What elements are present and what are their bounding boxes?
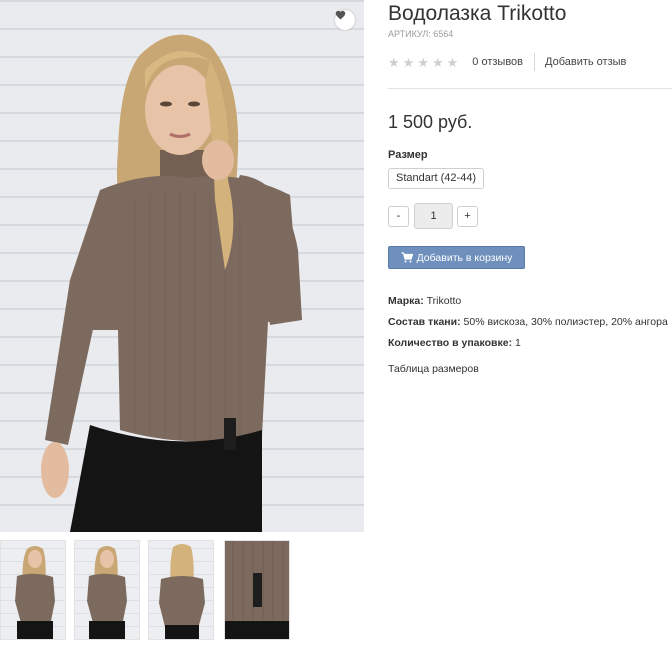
thumbnail-illustration: [159, 544, 205, 639]
star-icon[interactable]: ★: [432, 56, 444, 69]
product-sku: АРТИКУЛ: 6564: [388, 29, 454, 39]
thumbnail-illustration: [87, 546, 127, 639]
size-option-button[interactable]: Standart (42-44): [388, 168, 485, 189]
thumbnail-illustration: [15, 546, 55, 639]
star-icon[interactable]: ★: [388, 56, 400, 69]
rating-row: ★ ★ ★ ★ ★ 0 отзывов Добавить отзыв: [388, 52, 626, 72]
property-key: Марка:: [388, 295, 424, 307]
star-icon[interactable]: ★: [403, 56, 415, 69]
size-table-link[interactable]: Таблица размеров: [388, 363, 479, 375]
qty-decrease-button[interactable]: -: [388, 206, 409, 227]
divider: [388, 88, 672, 89]
property-value: 50% вискоза, 30% полиэстер, 20% ангора: [460, 316, 668, 328]
product-thumbnail[interactable]: [0, 540, 66, 640]
product-thumbnail[interactable]: [148, 540, 214, 640]
property-value: 1: [512, 337, 521, 349]
qty-increase-button[interactable]: +: [457, 206, 478, 227]
divider: [534, 53, 536, 71]
thumbnail-illustration: [225, 541, 289, 639]
product-title: Водолазка Trikotto: [388, 2, 567, 25]
property-row: Марка: Trikotto: [388, 291, 668, 312]
heart-icon: [335, 10, 346, 20]
property-row: Количество в упаковке: 1: [388, 333, 668, 354]
cart-icon: [401, 252, 413, 263]
size-label: Размер: [388, 149, 428, 161]
qty-input[interactable]: [414, 203, 453, 229]
star-icon[interactable]: ★: [417, 56, 429, 69]
product-thumbnail[interactable]: [224, 540, 290, 640]
favorite-button[interactable]: [335, 10, 355, 30]
product-thumbnail[interactable]: [74, 540, 140, 640]
property-key: Количество в упаковке:: [388, 337, 513, 349]
reviews-count-link[interactable]: 0 отзывов: [472, 56, 523, 68]
add-review-link[interactable]: Добавить отзыв: [545, 56, 626, 68]
property-row: Состав ткани: 50% вискоза, 30% полиэстер…: [388, 312, 668, 333]
product-main-photo[interactable]: [0, 0, 364, 532]
property-value: Trikotto: [423, 295, 462, 307]
product-price: 1 500 руб.: [388, 112, 473, 132]
product-photo-illustration: [41, 34, 302, 532]
property-key: Состав ткани:: [388, 316, 461, 328]
add-to-cart-label: Добавить в корзину: [416, 251, 513, 264]
rating-stars[interactable]: ★ ★ ★ ★ ★: [388, 56, 458, 69]
add-to-cart-button[interactable]: Добавить в корзину: [388, 246, 525, 269]
star-icon[interactable]: ★: [447, 56, 459, 69]
product-properties: Марка: Trikotto Состав ткани: 50% вискоз…: [388, 291, 668, 354]
